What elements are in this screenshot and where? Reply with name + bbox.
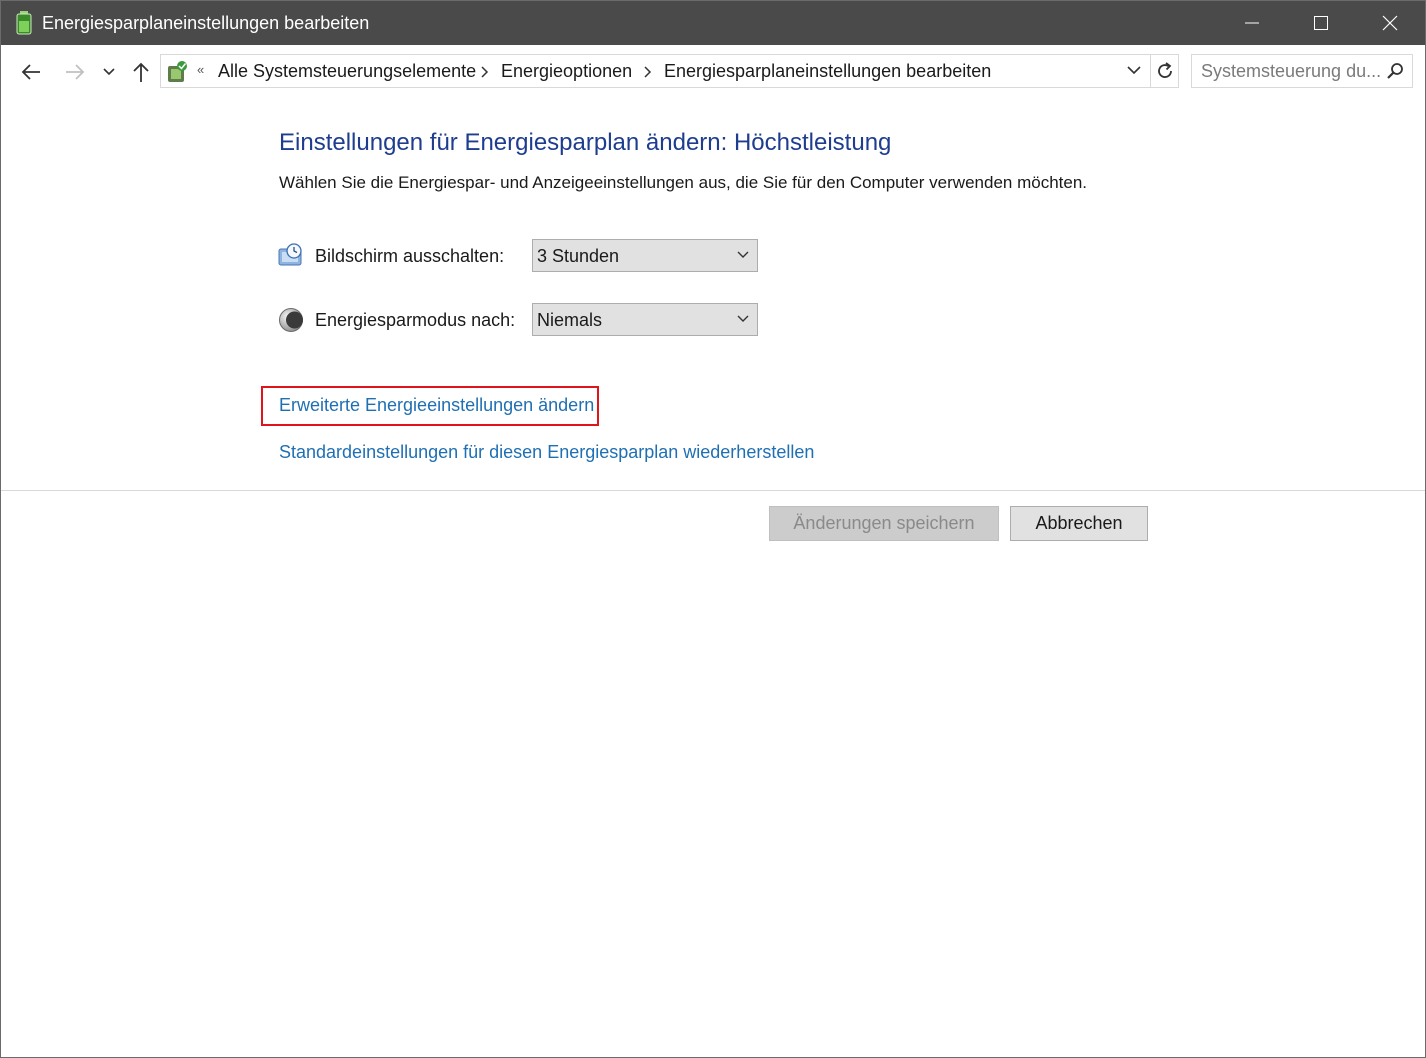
display-off-value: 3 Stunden xyxy=(537,246,620,266)
moon-icon xyxy=(279,308,303,332)
control-panel-icon xyxy=(168,61,187,82)
cancel-button[interactable]: Abbrechen xyxy=(1010,506,1148,541)
up-button[interactable] xyxy=(127,59,155,85)
breadcrumb-item-edit-plan-settings[interactable]: Energiesparplaneinstellungen bearbeiten xyxy=(664,61,991,82)
chevron-right-icon[interactable] xyxy=(642,65,652,79)
chevron-down-icon xyxy=(103,68,115,76)
arrow-up-icon xyxy=(133,62,149,82)
close-icon xyxy=(1382,15,1398,31)
search-input[interactable] xyxy=(1201,60,1381,82)
display-off-select[interactable]: 3 Stunden xyxy=(532,239,758,272)
search-box[interactable] xyxy=(1191,54,1413,88)
address-bar[interactable]: « Alle Systemsteuerungselemente Energieo… xyxy=(160,54,1179,88)
breadcrumb-item-power-options[interactable]: Energieoptionen xyxy=(501,61,632,82)
forward-button[interactable] xyxy=(61,59,89,85)
display-icon xyxy=(278,243,302,266)
advanced-settings-link[interactable]: Erweiterte Energieeinstellungen ändern xyxy=(279,395,594,416)
navigation-bar: « Alle Systemsteuerungselemente Energieo… xyxy=(1,45,1425,101)
refresh-icon[interactable] xyxy=(1154,60,1176,82)
search-icon[interactable] xyxy=(1386,62,1404,80)
content-separator xyxy=(1,490,1425,491)
sleep-label: Energiesparmodus nach: xyxy=(315,310,516,330)
recent-locations-button[interactable] xyxy=(97,59,121,85)
chevron-down-icon xyxy=(737,251,749,258)
sleep-value: Niemals xyxy=(537,310,603,330)
sleep-select[interactable]: Niemals xyxy=(532,303,758,336)
breadcrumb-overflow[interactable]: « xyxy=(197,62,204,77)
maximize-icon xyxy=(1314,16,1328,30)
back-button[interactable] xyxy=(17,59,45,85)
restore-defaults-link[interactable]: Standardeinstellungen für diesen Energie… xyxy=(279,442,814,463)
title-bar[interactable]: Energiesparplaneinstellungen bearbeiten xyxy=(1,1,1425,45)
address-divider xyxy=(1150,55,1151,87)
chevron-right-icon[interactable] xyxy=(479,65,489,79)
window-title: Energiesparplaneinstellungen bearbeiten xyxy=(42,13,370,33)
window: Energiesparplaneinstellungen bearbeiten xyxy=(0,0,1426,1058)
battery-icon xyxy=(16,11,32,35)
chevron-down-icon xyxy=(737,315,749,322)
address-dropdown-icon[interactable] xyxy=(1127,65,1141,75)
minimize-button[interactable] xyxy=(1217,1,1287,45)
page-description: Wählen Sie die Energiespar- und Anzeigee… xyxy=(279,173,1087,192)
arrow-left-icon xyxy=(21,64,40,80)
save-changes-button[interactable]: Änderungen speichern xyxy=(769,506,999,541)
minimize-icon xyxy=(1245,22,1259,24)
maximize-button[interactable] xyxy=(1286,1,1356,45)
page-title: Einstellungen für Energiesparplan ändern… xyxy=(279,129,892,156)
display-off-label: Bildschirm ausschalten: xyxy=(315,246,505,266)
arrow-right-icon xyxy=(66,64,85,80)
close-button[interactable] xyxy=(1355,1,1425,45)
breadcrumb-item-all-control-panel-items[interactable]: Alle Systemsteuerungselemente xyxy=(218,61,476,82)
